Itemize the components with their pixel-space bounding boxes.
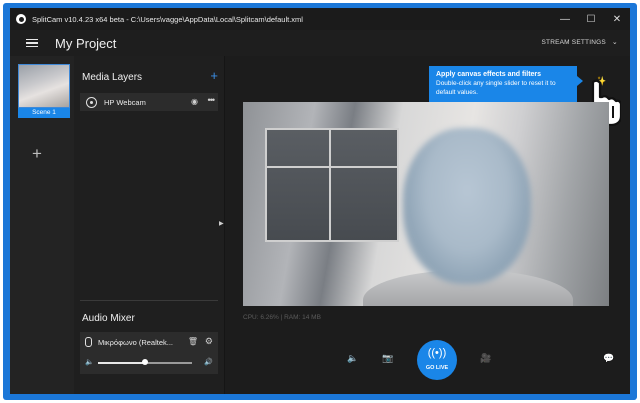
- audio-mixer-title: Audio Mixer: [82, 313, 135, 324]
- hamburger-menu-icon[interactable]: [26, 37, 38, 50]
- add-scene-button[interactable]: +: [32, 144, 42, 164]
- volume-high-icon: 🔊: [204, 359, 213, 366]
- layer-name: HP Webcam: [104, 97, 146, 107]
- tooltip-text: Double-click any single slider to reset …: [436, 80, 556, 96]
- collapse-panel-icon[interactable]: ▶: [219, 220, 224, 227]
- go-live-button[interactable]: ((•)) GO LIVE: [417, 340, 457, 380]
- add-layer-button[interactable]: +: [210, 68, 218, 83]
- preview-area: Apply canvas effects and filters Double-…: [225, 56, 630, 394]
- volume-slider-fill: [98, 362, 145, 364]
- title-bar: SplitCam v10.4.23 x64 beta - C:\Users\va…: [10, 8, 630, 30]
- volume-slider-thumb[interactable]: [142, 359, 148, 365]
- background-window-image: [265, 128, 399, 242]
- trash-icon[interactable]: 🗑: [188, 337, 198, 346]
- stream-settings-label: STREAM SETTINGS: [541, 38, 606, 46]
- eye-icon[interactable]: ◉: [191, 97, 198, 106]
- scenes-panel: Scene 1 +: [10, 56, 74, 394]
- window-controls: — ☐ ✕: [552, 8, 630, 30]
- scene-thumbnail[interactable]: [18, 64, 70, 108]
- scene-label[interactable]: Scene 1: [18, 108, 70, 118]
- mixer-item: Μικρόφωνο (Realtek... 🗑 ⚙ 🔈 🔊: [80, 332, 218, 374]
- video-record-icon[interactable]: 🎥: [480, 353, 491, 364]
- camera-icon[interactable]: 📷: [382, 353, 393, 364]
- tooltip-title: Apply canvas effects and filters: [436, 71, 542, 78]
- layer-item[interactable]: HP Webcam ◉ •••: [80, 93, 218, 111]
- gear-icon[interactable]: ⚙: [205, 336, 213, 347]
- maximize-button[interactable]: ☐: [578, 8, 604, 30]
- go-live-label: GO LIVE: [425, 365, 449, 371]
- window-title: SplitCam v10.4.23 x64 beta - C:\Users\va…: [32, 14, 303, 24]
- webcam-icon: [86, 96, 97, 108]
- speaker-icon[interactable]: 🔈: [347, 353, 358, 364]
- layers-panel: Media Layers + HP Webcam ◉ ••• Audio Mix…: [74, 56, 224, 394]
- project-title: My Project: [55, 35, 117, 51]
- media-layers-title: Media Layers: [82, 72, 143, 83]
- close-button[interactable]: ✕: [604, 8, 630, 30]
- performance-stats: CPU: 6.26% | RAM: 14 MB: [243, 314, 321, 321]
- more-icon[interactable]: •••: [208, 95, 216, 105]
- broadcast-icon: ((•)): [427, 347, 447, 359]
- volume-slider[interactable]: [98, 359, 192, 365]
- microphone-icon: [85, 337, 92, 347]
- stream-settings-button[interactable]: STREAM SETTINGS ⌄: [541, 38, 618, 47]
- webcam-preview-canvas[interactable]: [243, 102, 609, 306]
- minimize-button[interactable]: —: [552, 8, 578, 30]
- blurred-face-image: [403, 128, 531, 284]
- chevron-down-icon: ⌄: [611, 39, 618, 46]
- volume-low-icon[interactable]: 🔈: [85, 358, 94, 366]
- chat-icon[interactable]: 💬: [603, 353, 614, 364]
- panel-divider: [80, 300, 218, 301]
- app-header: My Project STREAM SETTINGS ⌄: [10, 30, 630, 56]
- mixer-device-name: Μικρόφωνο (Realtek...: [98, 338, 174, 347]
- splitcam-logo-icon: [16, 14, 26, 24]
- app-window: SplitCam v10.4.23 x64 beta - C:\Users\va…: [10, 8, 630, 394]
